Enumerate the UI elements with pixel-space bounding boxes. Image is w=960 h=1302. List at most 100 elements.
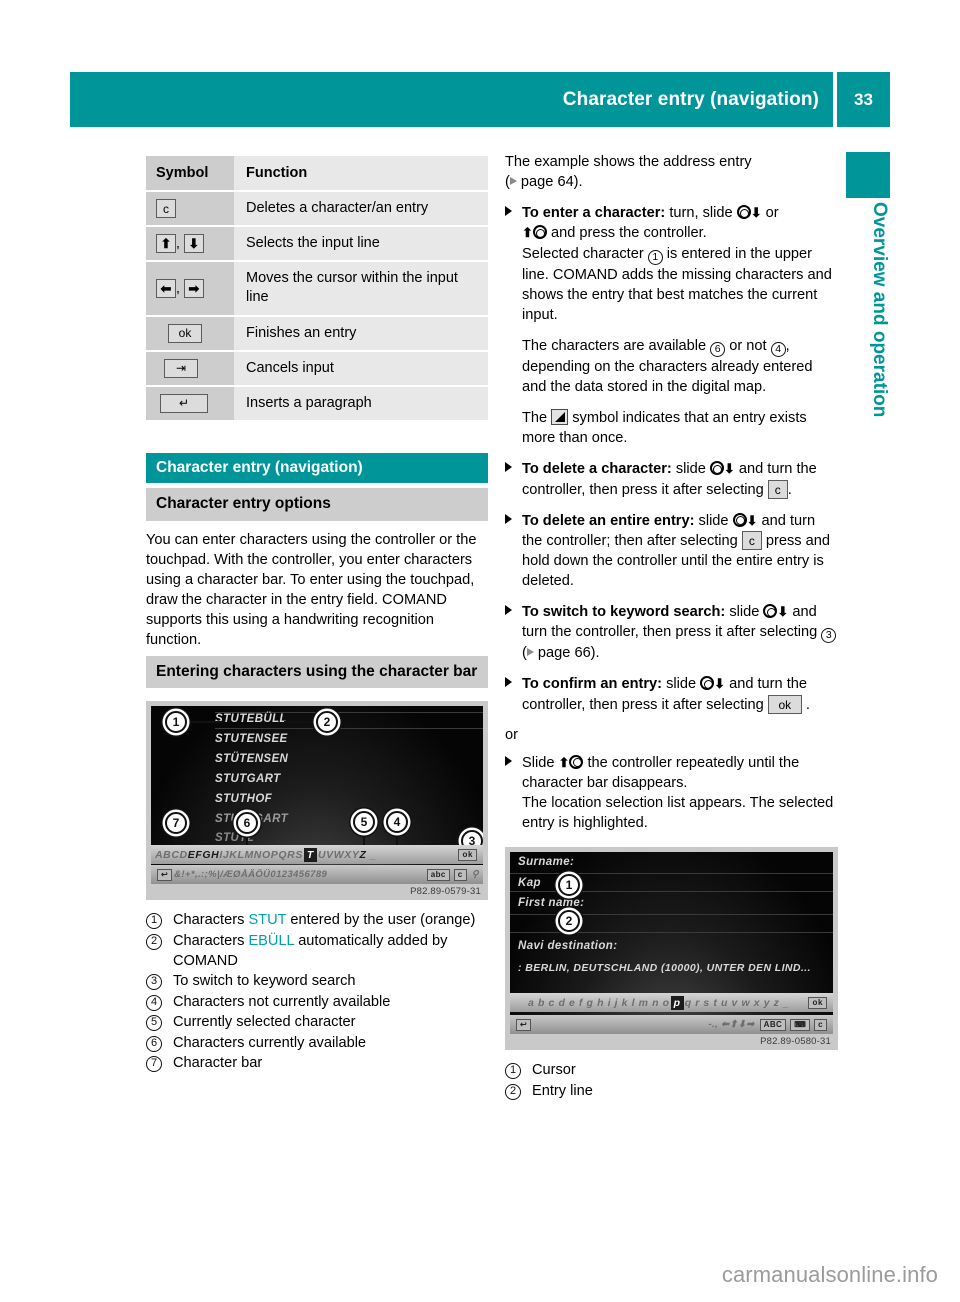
screen-field-value-navi: : BERLIN, DEUTSCHLAND (10000), UNTER DEN…	[518, 962, 811, 975]
legend-text: Cursor	[532, 1062, 576, 1079]
screen-field-label-navi: Navi destination:	[518, 940, 618, 953]
table-row: c Deletes a character/an entry	[146, 191, 488, 228]
intro-page-ref: page 64).	[516, 174, 583, 191]
arrow-down-icon: ⬇	[723, 461, 735, 477]
list-item: 7 Character bar	[146, 1054, 488, 1074]
page-ref-icon	[509, 177, 517, 186]
symbol-cell: ok	[146, 315, 234, 352]
symbol-cell: ⬅, ➡	[146, 261, 234, 317]
instruction-text-b: or	[761, 205, 779, 222]
charbar-available-letters: EFGH	[187, 848, 220, 861]
col-header-function: Function	[234, 156, 488, 192]
duplicate-entry-icon	[551, 409, 569, 426]
charbar-abc-key-icon: abc	[426, 868, 450, 881]
charbar-back-key-icon: ↩	[516, 1018, 532, 1031]
controller-icon	[709, 461, 724, 476]
page-header: Character entry (navigation) 33	[70, 72, 890, 127]
page-title: Character entry (navigation)	[562, 88, 819, 110]
intro-line-1: The example shows the address entry	[505, 154, 752, 170]
page-ref-icon	[526, 648, 534, 657]
screen-character-bar-row2: ↩ &!+*,.:;%|/ÆØÅÄÖÜ0123456789 abc c ⚲	[151, 865, 483, 885]
legend-text-post: entered by the user (orange)	[286, 912, 476, 929]
comand-screenshot-character-bar: STUTEBÜLL STUTENSEE STÜTENSEN STUTGART S…	[146, 701, 488, 901]
legend-highlight: STUT	[248, 912, 287, 929]
table-header-row: Symbol Function	[146, 156, 488, 192]
screen-character-bar-row1: a b c d e f g h i j k l m n opq r s t u …	[510, 993, 833, 1013]
instruction-confirm-entry: To confirm an entry: slide ⬇ and turn th…	[505, 674, 838, 715]
charbar-back-key-icon: ↩	[157, 868, 173, 881]
charbar-letters-i-s: IJKLMNOPQRS	[219, 848, 303, 861]
charbar-selected-letter: p	[670, 995, 684, 1010]
instruction-slide-controller: Slide ⬆ the controller repeatedly until …	[505, 753, 838, 834]
list-item: 6 Characters currently available	[146, 1034, 488, 1054]
sub-heading: Character entry options	[146, 487, 488, 521]
charbar-keyboard-icon: ⌨	[790, 1018, 811, 1031]
header-title-box: Character entry (navigation)	[70, 72, 833, 127]
legend-text-pre: Characters not currently available	[173, 993, 391, 1010]
function-cell: Finishes an entry	[234, 315, 488, 352]
instruction-text-c: .	[787, 481, 792, 498]
bullet-icon	[505, 605, 512, 616]
charbar-letters-q-z: q r s t u v w x y z _	[684, 996, 790, 1009]
legend-number: 2	[146, 934, 162, 951]
legend-number: 1	[505, 1063, 521, 1080]
delete-key-icon: c	[156, 199, 176, 219]
arrow-left-key-icon: ⬅	[156, 278, 176, 298]
instruction-text-a: slide	[671, 461, 710, 478]
instruction-enter-character: To enter a character: turn, slide ⬇ or ⬆…	[505, 203, 838, 325]
bullet-icon	[505, 677, 512, 688]
callout-ref-4: 4	[770, 341, 786, 357]
charbar-cursor-arrows-icon: ⬅⬆⬇➡	[718, 1019, 758, 1031]
legend-text-pre: Characters currently available	[173, 1034, 367, 1051]
section-heading: Character entry (navigation)	[146, 452, 488, 483]
intro-line-2: ( page 64).	[505, 172, 838, 192]
arrow-down-icon: ⬇	[714, 676, 726, 692]
charbar-symbols: &!+*,.:;%|/ÆØÅÄÖÜ0123456789	[174, 869, 328, 881]
screen-callout-1: 1	[558, 874, 580, 897]
paragraph-characters-available: The characters are available 6 or not 4,…	[505, 336, 838, 397]
bullet-icon	[505, 462, 512, 473]
callout-ref-3: 3	[821, 628, 837, 644]
arrow-up-icon: ⬆	[522, 225, 533, 241]
list-item: 2 Entry line	[505, 1082, 838, 1102]
sub-heading-2: Entering characters using the character …	[146, 655, 488, 689]
instruction-label: To delete a character:	[522, 461, 672, 478]
body-paragraph: You can enter characters using the contr…	[146, 531, 477, 649]
instruction-result-text: The location selection list appears. The…	[522, 795, 834, 832]
screen-callout-6: 6	[236, 812, 258, 835]
instruction-text-c: and press the controller.	[546, 225, 707, 242]
instruction-text-a: slide	[725, 604, 764, 621]
screen-list-entry-3: STUTGART	[215, 773, 281, 786]
legend-highlight: EBÜLL	[248, 933, 295, 950]
intro-paragraph: The example shows the address entry ( pa…	[505, 152, 838, 192]
list-item: 4 Characters not currently available	[146, 993, 488, 1013]
legend-number: 4	[146, 994, 162, 1011]
col-header-symbol: Symbol	[146, 156, 234, 192]
legend-number: 7	[146, 1056, 162, 1073]
screen-field-label-surname: Surname:	[518, 856, 575, 869]
paragraph-duplicate-entry: The symbol indicates that an entry exist…	[505, 408, 838, 448]
arrow-down-key-icon: ⬇	[183, 234, 204, 254]
delete-key-icon: c	[767, 480, 788, 500]
screen-list-entry-4: STUTHOF	[215, 793, 273, 806]
arrow-up-icon: ⬆	[558, 754, 570, 770]
arrow-down-icon: ⬇	[746, 512, 758, 528]
instruction-line-2: ⬆ and press the controller.	[522, 223, 838, 243]
instruction-text-a: slide	[662, 676, 701, 693]
instruction-text-d: Selected character	[522, 245, 648, 262]
left-column: Symbol Function c Deletes a character/an…	[146, 156, 488, 1075]
screen-callout-7: 7	[165, 812, 187, 835]
table-row: ⇥ Cancels input	[146, 350, 488, 387]
left-legend-list: 1 Characters STUT entered by the user (or…	[146, 911, 488, 1073]
bullet-icon	[505, 206, 512, 217]
charbar-abc-key-icon: ABC	[759, 1018, 787, 1031]
list-item: 5 Currently selected character	[146, 1013, 488, 1033]
screen-callout-4: 4	[386, 811, 408, 834]
right-column: The example shows the address entry ( pa…	[505, 152, 838, 1102]
avail-text-a: The characters are available	[522, 337, 711, 354]
watermark: carmanualsonline.info	[721, 1262, 938, 1287]
charbar-selected-letter: T	[303, 847, 317, 862]
list-item: 1 Cursor	[505, 1061, 838, 1081]
list-item: 2 Characters EBÜLL automatically added by…	[146, 932, 488, 971]
instruction-text-a: Slide	[522, 754, 559, 771]
